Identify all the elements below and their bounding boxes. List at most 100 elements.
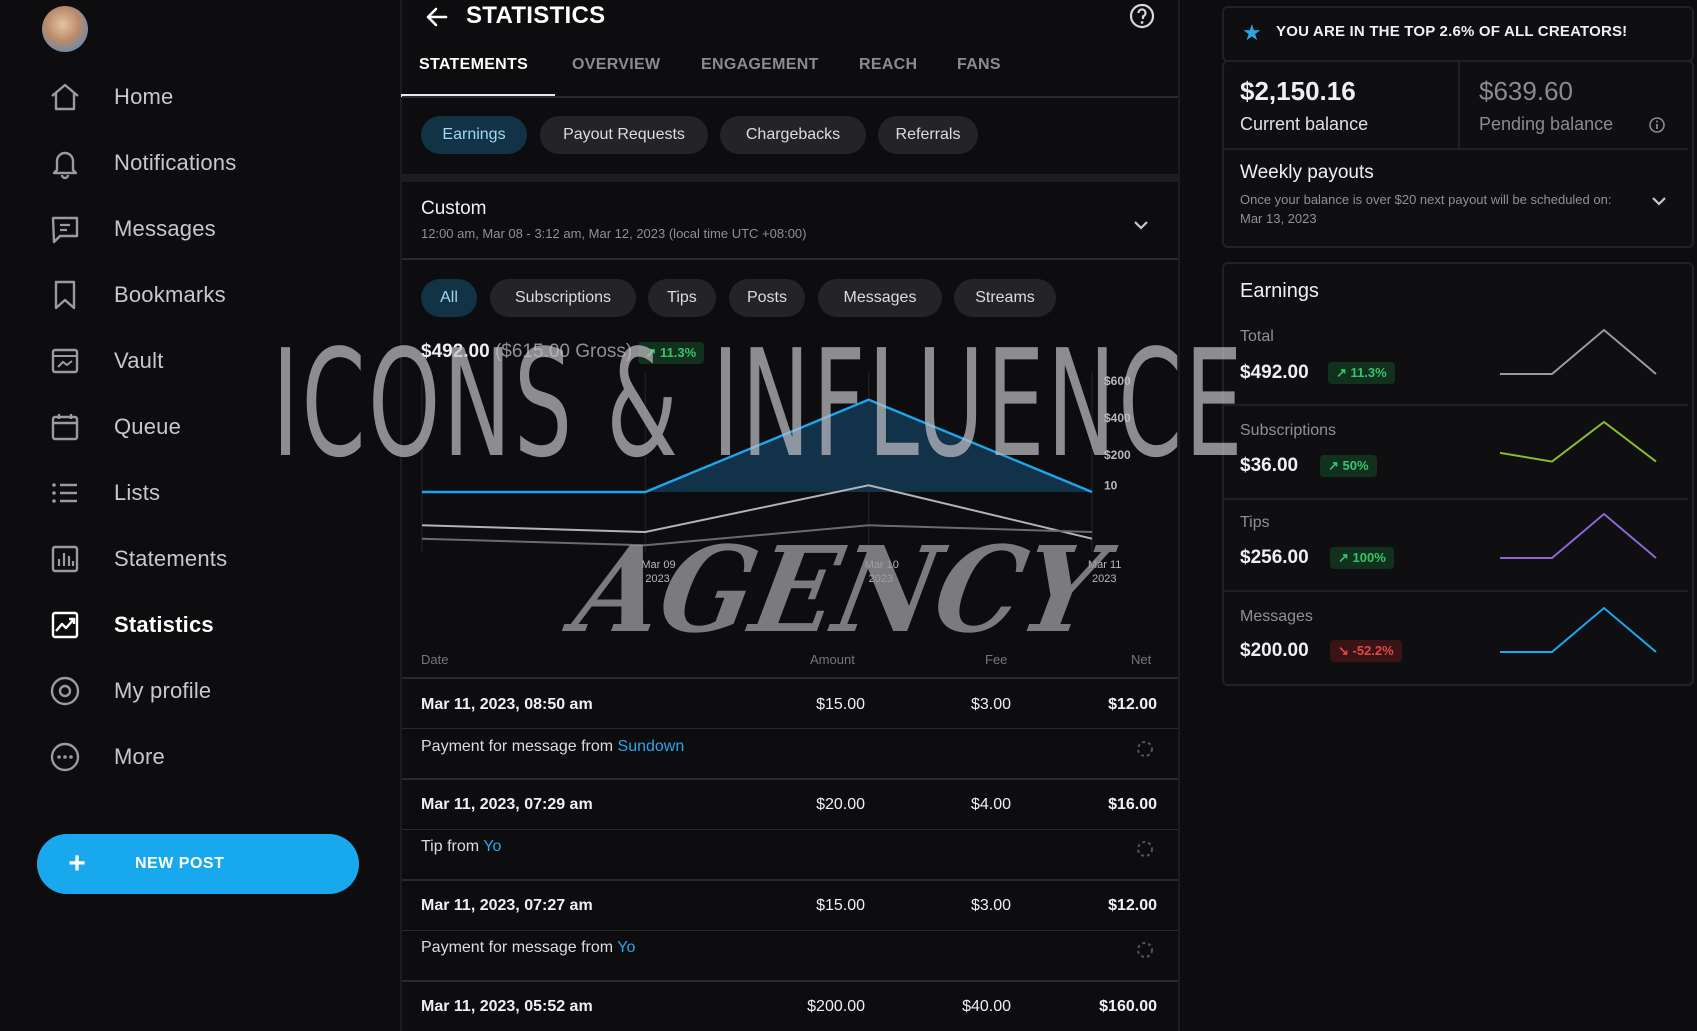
subtab-chargebacks[interactable]: Chargebacks bbox=[720, 116, 866, 154]
row-description-text: Payment for message from bbox=[421, 939, 614, 956]
sidebar-item-notifications[interactable]: Notifications bbox=[48, 141, 378, 185]
loading-spinner-icon bbox=[1136, 740, 1154, 758]
sidebar-item-label: Notifications bbox=[114, 150, 237, 175]
row-fee: $4.00 bbox=[970, 796, 1011, 813]
back-arrow-icon[interactable] bbox=[422, 2, 452, 32]
subtab-earnings[interactable]: Earnings bbox=[421, 116, 527, 154]
avatar[interactable] bbox=[42, 6, 88, 52]
bell-icon bbox=[48, 146, 82, 180]
table-row[interactable] bbox=[402, 680, 1178, 780]
sidebar-item-statistics[interactable]: Statistics bbox=[48, 603, 378, 647]
vault-icon bbox=[48, 344, 82, 378]
date-range-selector[interactable] bbox=[402, 182, 1178, 258]
earnings-card-title: Earnings bbox=[1240, 280, 1319, 302]
sidebar-item-messages[interactable]: Messages bbox=[48, 207, 378, 251]
row-net: $16.00 bbox=[1108, 796, 1157, 813]
filter-tips[interactable]: Tips bbox=[648, 279, 716, 317]
sparkline-line bbox=[1500, 606, 1657, 653]
section-separator bbox=[402, 174, 1178, 182]
earnings-label: Tips bbox=[1240, 514, 1270, 531]
pending-balance-label: Pending balance bbox=[1479, 114, 1614, 134]
top-creator-text: YOU ARE IN THE TOP 2.6% OF ALL CREATORS! bbox=[1276, 23, 1628, 40]
date-range-title: Custom bbox=[421, 198, 487, 219]
divider bbox=[402, 930, 1178, 931]
help-icon[interactable] bbox=[1128, 2, 1156, 30]
earnings-change-badge: ↗ 11.3% bbox=[1328, 362, 1395, 384]
message-icon bbox=[48, 212, 82, 246]
divider bbox=[402, 677, 1178, 679]
row-date: Mar 11, 2023, 05:52 am bbox=[421, 998, 593, 1015]
bookmark-icon bbox=[48, 278, 82, 312]
row-net: $12.00 bbox=[1108, 897, 1157, 914]
filter-subscriptions[interactable]: Subscriptions bbox=[490, 279, 636, 317]
pending-balance-value: $639.60 bbox=[1479, 76, 1573, 106]
tab-reach[interactable]: REACH bbox=[859, 56, 917, 74]
earnings-value: $492.00 bbox=[1240, 362, 1309, 383]
sidebar-item-label: Home bbox=[114, 84, 174, 109]
statements-icon bbox=[48, 542, 82, 576]
earnings-change-badge: ↗ 50% bbox=[1320, 455, 1377, 477]
star-icon: ★ bbox=[1242, 20, 1262, 45]
row-date: Mar 11, 2023, 07:27 am bbox=[421, 897, 593, 914]
row-amount: $200.00 bbox=[807, 998, 865, 1015]
sidebar-item-home[interactable]: Home bbox=[48, 75, 378, 119]
calendar-icon bbox=[48, 410, 82, 444]
divider bbox=[402, 258, 1178, 260]
divider bbox=[402, 778, 1178, 780]
weekly-payouts-title: Weekly payouts bbox=[1240, 162, 1374, 183]
tab-overview[interactable]: OVERVIEW bbox=[572, 56, 660, 74]
column-header-net: Net bbox=[1131, 652, 1152, 667]
sidebar-item-label: More bbox=[114, 744, 165, 769]
row-net: $12.00 bbox=[1108, 696, 1157, 713]
row-description-text: Tip from bbox=[421, 838, 480, 855]
chevron-down-icon[interactable] bbox=[1130, 214, 1152, 236]
watermark-title: ICONS & INFLUENCE bbox=[272, 318, 1246, 490]
tab-fans[interactable]: FANS bbox=[957, 56, 1001, 74]
row-description: Payment for message from Sundown bbox=[421, 738, 684, 756]
loading-spinner-icon bbox=[1136, 840, 1154, 858]
row-fee: $40.00 bbox=[962, 998, 1011, 1015]
current-balance-label: Current balance bbox=[1240, 114, 1369, 134]
home-icon bbox=[48, 80, 82, 114]
sidebar-item-my-profile[interactable]: My profile bbox=[48, 669, 378, 713]
sidebar-item-more[interactable]: More bbox=[48, 735, 378, 779]
filter-posts[interactable]: Posts bbox=[729, 279, 805, 317]
top-creator-banner: ★ YOU ARE IN THE TOP 2.6% OF ALL CREATOR… bbox=[1222, 6, 1694, 62]
filter-streams[interactable]: Streams bbox=[954, 279, 1056, 317]
earnings-value: $256.00 bbox=[1240, 547, 1309, 568]
divider bbox=[402, 980, 1178, 982]
sparkline-messages bbox=[1500, 606, 1657, 653]
subtab-referrals[interactable]: Referrals bbox=[878, 116, 978, 154]
tab-statements[interactable]: STATEMENTS bbox=[419, 56, 528, 74]
earnings-label: Subscriptions bbox=[1240, 422, 1337, 439]
plus-icon: + bbox=[68, 847, 86, 880]
loading-spinner-icon bbox=[1136, 941, 1154, 959]
user-link[interactable]: Yo bbox=[617, 939, 635, 956]
watermark-subtitle: AGENCY bbox=[564, 520, 1115, 659]
sparkline-tips bbox=[1500, 512, 1657, 559]
filter-messages[interactable]: Messages bbox=[818, 279, 942, 317]
earnings-change-badge: ↘ -52.2% bbox=[1330, 640, 1402, 662]
weekly-payouts-note: Once your balance is over $20 next payou… bbox=[1240, 192, 1612, 226]
divider bbox=[1458, 62, 1460, 148]
subtab-payout-requests[interactable]: Payout Requests bbox=[540, 116, 708, 154]
sidebar-item-bookmarks[interactable]: Bookmarks bbox=[48, 273, 378, 317]
divider bbox=[402, 728, 1178, 729]
divider bbox=[402, 829, 1178, 830]
chevron-down-icon[interactable] bbox=[1648, 190, 1670, 212]
sparkline-line bbox=[1500, 328, 1657, 375]
sidebar-item-label: Vault bbox=[114, 348, 164, 373]
user-link[interactable]: Yo bbox=[483, 838, 501, 855]
divider bbox=[402, 879, 1178, 881]
info-icon[interactable] bbox=[1648, 116, 1666, 134]
user-link[interactable]: Sundown bbox=[618, 738, 685, 755]
new-post-button[interactable]: + NEW POST bbox=[37, 834, 359, 894]
profile-icon bbox=[48, 674, 82, 708]
earnings-change-badge: ↗ 100% bbox=[1330, 547, 1394, 569]
filter-all[interactable]: All bbox=[421, 279, 477, 317]
tab-engagement[interactable]: ENGAGEMENT bbox=[701, 56, 819, 74]
column-header-date: Date bbox=[421, 652, 449, 667]
sidebar-item-statements[interactable]: Statements bbox=[48, 537, 378, 581]
row-fee: $3.00 bbox=[970, 897, 1011, 914]
sidebar-item-label: Bookmarks bbox=[114, 282, 226, 307]
